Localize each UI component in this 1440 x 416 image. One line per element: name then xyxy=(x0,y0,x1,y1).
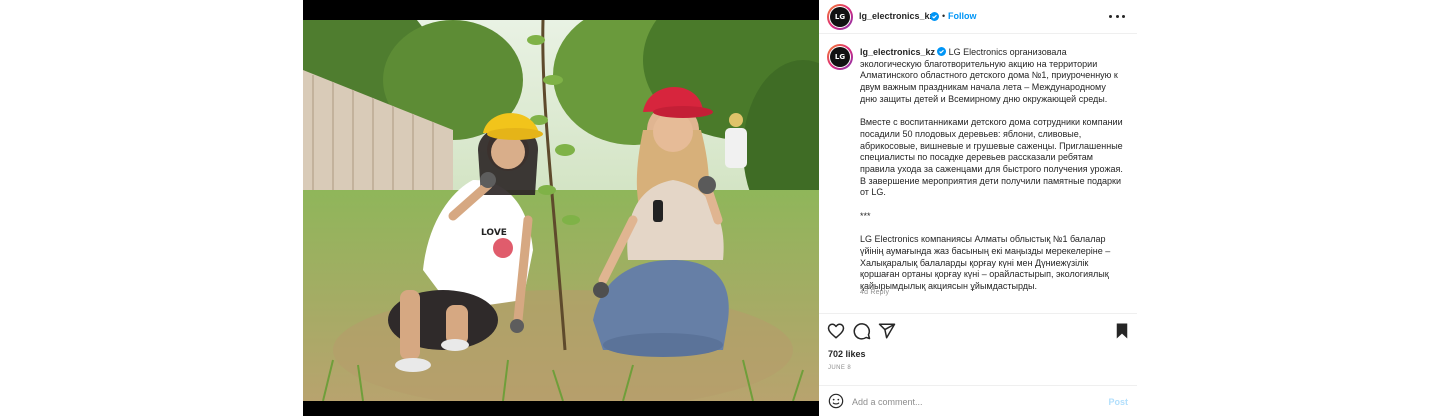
comment-icon[interactable] xyxy=(853,322,871,340)
post-side-panel: LG lg_electronics_kz • Follow LG lg_elec… xyxy=(819,0,1137,416)
verified-icon xyxy=(930,12,939,21)
post-media[interactable]: LOVE xyxy=(303,0,819,416)
caption-username[interactable]: lg_electronics_kz xyxy=(860,47,935,57)
lg-logo-icon: LG xyxy=(830,47,850,67)
lg-logo-icon: LG xyxy=(830,7,850,27)
caption-area: LG lg_electronics_kz LG Electronics орга… xyxy=(819,35,1137,298)
post-comment-button[interactable]: Post xyxy=(1108,397,1128,407)
likes-count[interactable]: 702 likes xyxy=(828,349,866,359)
heart-icon[interactable] xyxy=(827,322,845,340)
caption-avatar[interactable]: LG xyxy=(827,44,853,70)
share-icon[interactable] xyxy=(878,322,896,340)
action-bar xyxy=(819,313,1137,347)
username-link[interactable]: lg_electronics_kz xyxy=(859,11,934,21)
more-options-icon[interactable] xyxy=(1109,9,1125,23)
comment-bar: Post xyxy=(819,385,1137,416)
caption-text: LG Electronics организовала экологическу… xyxy=(860,47,1123,292)
emoji-icon[interactable] xyxy=(828,393,844,409)
caption-meta[interactable]: 4d Reply xyxy=(860,289,889,296)
post-date: JUNE 8 xyxy=(828,365,852,371)
avatar[interactable]: LG xyxy=(827,4,853,30)
svg-text:LOVE: LOVE xyxy=(481,228,507,238)
verified-icon xyxy=(937,47,947,56)
post-header: LG lg_electronics_kz • Follow xyxy=(819,0,1137,34)
follow-button[interactable]: Follow xyxy=(948,11,977,21)
comment-input[interactable] xyxy=(852,393,1092,410)
caption: lg_electronics_kz LG Electronics организ… xyxy=(860,47,1125,293)
bookmark-icon[interactable] xyxy=(1113,322,1131,340)
post-photo: LOVE xyxy=(303,20,819,401)
separator-dot: • xyxy=(942,11,946,21)
